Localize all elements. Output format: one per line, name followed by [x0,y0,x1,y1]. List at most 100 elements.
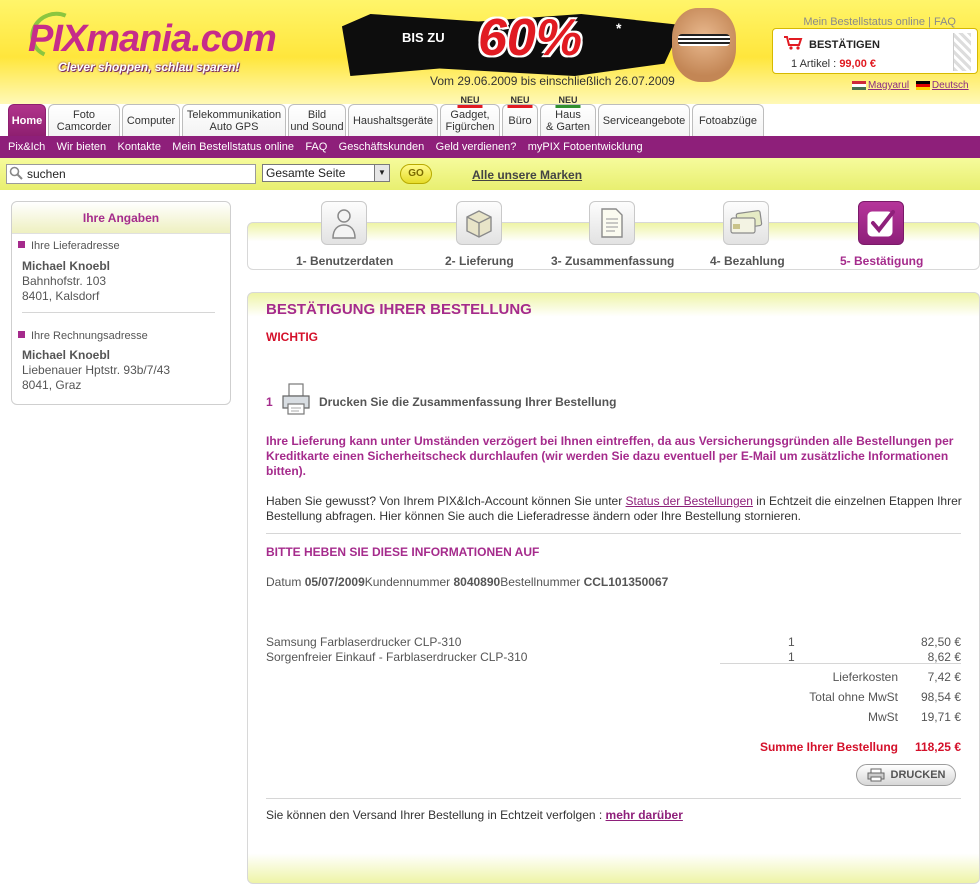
vat-value: 19,71 € [920,710,961,724]
order-status-link[interactable]: Mein Bestellstatus online [803,16,925,28]
more-info-link[interactable]: mehr darüber [606,808,683,822]
search-bar: suchen Gesamte Seite ▼ GO Alle unsere Mar… [0,158,980,190]
order-status-info: Haben Sie gewusst? Von Ihrem PIX&Ich-Acc… [266,494,966,524]
billing-city: 8041, Graz [22,378,82,392]
tab-label: Haushaltsgeräte [352,114,434,127]
subnav-mypix[interactable]: myPIX Fotoentwicklung [524,136,647,158]
tab-label: Serviceangebote [602,114,686,127]
all-brands-link[interactable]: Alle unsere Marken [472,168,582,182]
subnav-geschaeftskunden[interactable]: Geschäftskunden [335,136,429,158]
faq-link[interactable]: FAQ [934,16,956,28]
billing-address: Michael Knoebl Liebenauer Hptstr. 93b/7/… [22,348,170,393]
tab-label: Gadget, Figürchen [446,109,495,133]
tab-label: Fotoabzüge [698,114,758,127]
order-item-price: 8,62 € [927,650,961,664]
order-status-link[interactable]: Status der Bestellungen [626,494,753,508]
tab-label-line2: Figürchen [445,120,495,133]
lang-german-link[interactable]: Deutsch [932,80,969,91]
banner-person-image [672,8,736,82]
subnav-wir-bieten[interactable]: Wir bieten [53,136,111,158]
step-4-label: 4- Bezahlung [710,254,785,268]
step-2-label: 2- Lieferung [445,254,514,268]
order-meta: Datum 05/07/2009Kundennummer 8040890Best… [266,575,668,589]
billing-name: Michael Knoebl [22,348,111,362]
bullet-icon [18,241,25,248]
chevron-down-icon[interactable]: ▼ [374,165,389,181]
net-total-label: Total ohne MwSt [809,690,898,704]
divider [266,798,961,799]
tab-buero[interactable]: NEU Büro [502,95,538,136]
tab-label: Home [11,114,43,127]
tab-haushaltsgeraete[interactable]: Haushaltsgeräte [348,104,438,136]
delivery-address: Michael Knoebl Bahnhofstr. 103 8401, Kal… [22,259,110,304]
delivery-address-label: Ihre Lieferadresse [31,240,120,252]
banner-percent: 60% [478,9,583,67]
bullet-icon [18,331,25,338]
tab-label-line1: Haus [555,108,581,121]
date-label: Datum [266,575,302,589]
tab-label: Büro [508,114,532,127]
tab-computer[interactable]: Computer [122,104,180,136]
customer-info-panel: Ihre Angaben Ihre Lieferadresse Michael … [11,201,231,405]
subnav-pixich[interactable]: Pix&Ich [0,136,49,158]
step-5-icon-box [858,201,904,245]
tab-haus-garten[interactable]: NEU Haus & Garten [540,95,596,136]
pixmania-logo[interactable]: PIXmania.com Clever shoppen, schlau spar… [14,4,294,82]
divider [266,533,961,534]
delivery-name: Michael Knoebl [22,259,111,273]
billing-address-label: Ihre Rechnungsadresse [31,330,148,342]
site-header: PIXmania.com Clever shoppen, schlau spar… [0,0,980,104]
tab-telekommunikation[interactable]: Telekommunikation Auto GPS [182,104,286,136]
german-flag-icon[interactable] [915,80,930,90]
page-title: BESTÄTIGUNG IHRER BESTELLUNG [266,301,532,318]
print-step-number: 1 [266,395,273,409]
customer-number-label: Kundennummer [364,575,451,589]
order-number-label: Bestellnummer [500,575,581,589]
hungarian-flag-icon[interactable] [852,80,866,90]
banner-date: Vom 29.06.2009 bis einschließlich 26.07.… [430,74,675,88]
subnav-geld-verdienen[interactable]: Geld verdienen? [432,136,521,158]
search-scope-select[interactable]: Gesamte Seite ▼ [262,164,390,182]
banner-star: * [616,20,622,36]
print-button[interactable]: DRUCKEN [856,764,956,786]
cart-title: BESTÄTIGEN [809,39,880,51]
logo-slogan: Clever shoppen, schlau sparen! [58,60,240,74]
subnav-kontakte[interactable]: Kontakte [114,136,165,158]
printer-icon[interactable] [280,382,312,416]
lang-hungarian-link[interactable]: Magyarul [868,80,909,91]
tab-gadget[interactable]: NEU Gadget, Figürchen [440,95,500,136]
tab-bild-sound[interactable]: Bild und Sound [288,104,346,136]
order-total-label: Summe Ihrer Bestellung [759,740,898,754]
step-3-label: 3- Zusammenfassung [551,254,675,268]
tab-label-line2: Camcorder [56,120,112,133]
user-icon [332,209,356,239]
step-1-label: 1- Benutzerdaten [296,254,394,268]
date-value: 05/07/2009 [304,575,365,589]
logo-text-mania: mania.com [86,18,277,60]
net-total-value: 98,54 € [920,690,961,704]
shipping-value: 7,42 € [927,670,961,684]
divider [720,663,961,664]
order-item-qty: 1 [788,635,795,649]
subnav-bestellstatus[interactable]: Mein Bestellstatus online [168,136,298,158]
vat-label: MwSt [868,710,898,724]
tab-home[interactable]: Home [8,104,46,136]
tab-serviceangebote[interactable]: Serviceangebote [598,104,690,136]
search-icon [9,166,23,180]
step-4-icon-box [723,201,769,245]
tab-label: Haus & Garten [546,109,590,133]
logo-wordmark: PIXmania.com [28,18,277,61]
search-go-button[interactable]: GO [400,164,432,184]
tab-fotoabzuege[interactable]: Fotoabzüge [692,104,764,136]
promo-banner[interactable]: BIS ZU 60% * Vom 29.06.2009 bis einschli… [310,2,750,88]
banner-prefix: BIS ZU [402,30,445,45]
cart-items-count: 1 Artikel : [791,58,837,70]
new-badge: NEU [457,95,483,108]
search-input[interactable]: suchen [6,164,256,184]
tab-foto-camcorder[interactable]: Foto Camcorder [48,104,120,136]
print-button-label: DRUCKEN [890,769,946,781]
search-scope-value: Gesamte Seite [266,166,346,180]
tab-label-line1: Foto [72,108,95,121]
subnav-faq[interactable]: FAQ [301,136,331,158]
cart-box[interactable]: BESTÄTIGEN 1 Artikel : 99,00 € [772,28,978,74]
